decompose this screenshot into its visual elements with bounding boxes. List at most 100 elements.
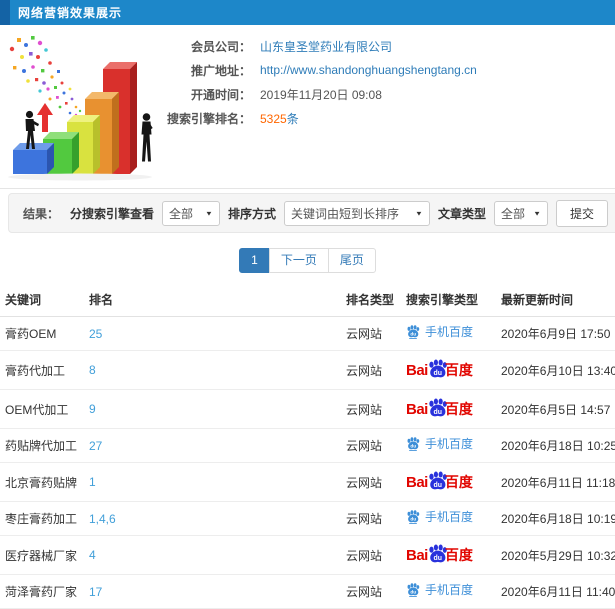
- submit-button[interactable]: 提交: [555, 199, 608, 227]
- table-header-row: 关键词 排名 排名类型 搜索引擎类型 最新更新时间: [0, 283, 615, 317]
- title-bar-edge: [0, 0, 10, 25]
- rank-cell: 1,4,6: [84, 501, 341, 536]
- rank-type-cell: 云网站: [341, 535, 401, 575]
- svg-text:du: du: [433, 555, 442, 562]
- rank-type-cell: 云网站: [341, 428, 401, 463]
- rank-cell: 4: [84, 535, 341, 575]
- filter-bar: 结果： 分搜索引擎查看 全部 ▼ 排序方式 关键词由短到长排序 ▼ 文章类型 全…: [8, 193, 615, 233]
- svg-text:du: du: [410, 590, 416, 595]
- rank-type-cell: 云网站: [341, 574, 401, 609]
- baidu-cn-text: 百度: [444, 474, 473, 490]
- chevron-down-icon: ▼: [415, 209, 423, 217]
- mobile-baidu-text: 手机百度: [425, 325, 474, 339]
- rank-link[interactable]: 25: [89, 327, 102, 341]
- table-row: OEM代加工 9 云网站 Bai du 百度 2020年6月5日 14:57: [0, 389, 615, 429]
- baidu-cn-text: 百度: [444, 362, 473, 378]
- pagination: 1 下一页 尾页: [0, 248, 615, 273]
- updated-cell: 2020年6月18日 10:25: [496, 428, 615, 463]
- rank-cell: 27: [84, 428, 341, 463]
- info-fields: 会员公司： 山东皇圣堂药业有限公司 推广地址： http://www.shand…: [133, 25, 615, 130]
- baidu-logo: Bai du 百度: [406, 359, 473, 381]
- article-type-label: 文章类型: [437, 206, 486, 221]
- table-row: 膏药OEM 25 云网站 du 手机百度 2020年6月9日 17:50: [0, 316, 615, 351]
- rank-link[interactable]: 1: [89, 475, 96, 489]
- table-row: 膏药代加工 8 云网站 Bai du 百度 2020年6月10日 13:40: [0, 350, 615, 390]
- rank-type-cell: 云网站: [341, 316, 401, 351]
- engine-select[interactable]: 全部 ▼: [161, 200, 220, 226]
- rank-count-unit: 条: [286, 111, 299, 126]
- rank-link[interactable]: 9: [89, 402, 96, 416]
- rank-type-cell: 云网站: [341, 389, 401, 429]
- title-bar: 网络营销效果展示: [0, 0, 615, 25]
- rank-link[interactable]: 17: [89, 585, 102, 599]
- col-keyword: 关键词: [0, 283, 84, 317]
- ground-shadow: [8, 173, 152, 181]
- table-body: 膏药OEM 25 云网站 du 手机百度 2020年6月9日 17:50 膏药代加工 8 云网站…: [0, 316, 615, 609]
- baidu-paw-icon: du: [407, 437, 420, 451]
- updated-cell: 2020年6月5日 14:57: [496, 389, 615, 429]
- promo-url-row: 推广地址： http://www.shandonghuangshengtang.…: [133, 58, 615, 82]
- rank-type-cell: 云网站: [341, 501, 401, 536]
- rank-link[interactable]: 8: [89, 363, 96, 377]
- updated-cell: 2020年6月11日 11:18: [496, 462, 615, 502]
- table-row: 医疗器械厂家 4 云网站 Bai du 百度 2020年5月29日 10:32: [0, 535, 615, 575]
- svg-text:du: du: [410, 517, 416, 522]
- svg-text:du: du: [410, 332, 416, 337]
- baidu-paw-icon: du: [407, 583, 420, 597]
- svg-text:du: du: [433, 409, 442, 416]
- open-time-value: 2019年11月20日 09:08: [260, 87, 382, 102]
- sort-select[interactable]: 关键词由短到长排序 ▼: [283, 200, 430, 226]
- baidu-paw-icon: du: [407, 325, 420, 339]
- rank-link[interactable]: 1,4,6: [89, 512, 116, 526]
- baidu-bai-text: Bai: [406, 546, 428, 564]
- last-page-button[interactable]: 尾页: [327, 248, 376, 273]
- keyword-cell: 枣庄膏药加工: [0, 501, 84, 536]
- engine-cell: du 手机百度: [401, 428, 496, 463]
- updated-cell: 2020年6月10日 13:40: [496, 350, 615, 390]
- page-1-button[interactable]: 1: [239, 248, 270, 273]
- baidu-bai-text: Bai: [406, 400, 428, 418]
- keyword-cell: 菏泽膏药厂家: [0, 574, 84, 609]
- keyword-cell: 膏药OEM: [0, 316, 84, 351]
- updated-cell: 2020年6月18日 10:19: [496, 501, 615, 536]
- rank-count-value: 5325: [260, 111, 287, 126]
- table-row: 北京膏药贴牌 1 云网站 Bai du 百度 2020年6月11日 11:18: [0, 462, 615, 502]
- engine-filter-label: 分搜索引擎查看: [69, 206, 154, 221]
- rank-count-row: 搜索引擎排名： 5325条: [133, 106, 615, 130]
- mobile-baidu-logo: du 手机百度: [406, 510, 473, 524]
- mobile-baidu-text: 手机百度: [425, 510, 474, 524]
- keyword-cell: 医疗器械厂家: [0, 535, 84, 575]
- engine-cell: du 手机百度: [401, 501, 496, 536]
- engine-cell: Bai du 百度: [401, 389, 496, 429]
- mobile-baidu-logo: du 手机百度: [406, 583, 473, 597]
- engine-cell: Bai du 百度: [401, 462, 496, 502]
- article-type-select[interactable]: 全部 ▼: [493, 200, 548, 226]
- updated-cell: 2020年5月29日 10:32: [496, 535, 615, 575]
- promo-url-link[interactable]: http://www.shandonghuangshengtang.cn: [260, 63, 477, 77]
- next-page-button[interactable]: 下一页: [268, 248, 329, 273]
- mobile-baidu-logo: du 手机百度: [406, 325, 473, 339]
- baidu-bai-text: Bai: [406, 361, 428, 379]
- growth-bar-chart-illustration: [8, 36, 153, 181]
- mobile-baidu-logo: du 手机百度: [406, 437, 473, 451]
- rank-cell: 25: [84, 316, 341, 351]
- engine-select-value: 全部: [168, 206, 193, 221]
- keyword-rank-table: 关键词 排名 排名类型 搜索引擎类型 最新更新时间 膏药OEM 25 云网站 du 手机…: [0, 283, 615, 609]
- rank-link[interactable]: 27: [89, 439, 102, 453]
- rank-cell: 1: [84, 462, 341, 502]
- rank-cell: 9: [84, 389, 341, 429]
- sort-filter-label: 排序方式: [227, 206, 276, 221]
- keyword-cell: 膏药代加工: [0, 350, 84, 390]
- company-link[interactable]: 山东皇圣堂药业有限公司: [260, 38, 392, 55]
- table-row: 药贴牌代加工 27 云网站 du 手机百度 2020年6月18日 10:25: [0, 428, 615, 463]
- updated-cell: 2020年6月9日 17:50: [496, 316, 615, 351]
- keyword-cell: 北京膏药贴牌: [0, 462, 84, 502]
- baidu-logo: Bai du 百度: [406, 544, 473, 566]
- table-row: 枣庄膏药加工 1,4,6 云网站 du 手机百度 2020年6月18日 10:19: [0, 501, 615, 536]
- svg-text:du: du: [433, 370, 442, 377]
- member-info-section: 会员公司： 山东皇圣堂药业有限公司 推广地址： http://www.shand…: [0, 25, 615, 188]
- rank-link[interactable]: 4: [89, 548, 96, 562]
- rank-cell: 8: [84, 350, 341, 390]
- svg-text:du: du: [410, 444, 416, 449]
- open-time-row: 开通时间： 2019年11月20日 09:08: [133, 82, 615, 106]
